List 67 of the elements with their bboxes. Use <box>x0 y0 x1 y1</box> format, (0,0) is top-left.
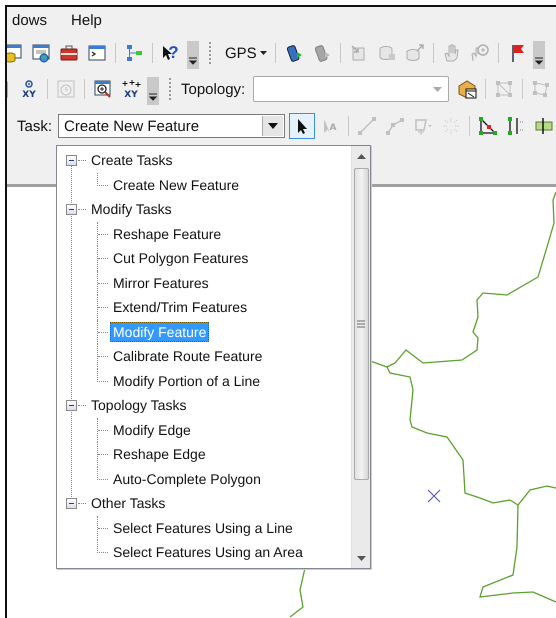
topology-label: Topology: <box>181 80 246 98</box>
task-item[interactable]: Auto-Complete Polygon <box>110 468 264 489</box>
toolbar-button[interactable]: ? <box>158 40 184 66</box>
export-icon <box>404 43 425 63</box>
toolbar-button[interactable] <box>289 113 316 139</box>
grip-icon <box>357 320 365 328</box>
toolbar-overflow-button[interactable] <box>532 41 545 69</box>
line-icon <box>357 116 378 136</box>
collapse-icon[interactable] <box>66 498 77 509</box>
task-group[interactable]: Other Tasks <box>88 493 168 514</box>
toolbar-overflow-button[interactable] <box>147 77 159 105</box>
clock-icon <box>56 79 76 99</box>
zoom-hand-icon <box>470 43 490 63</box>
cross-marker-icon <box>427 489 441 503</box>
task-item[interactable]: Select Features Using a Line <box>110 518 296 538</box>
polyline-icon <box>385 116 406 136</box>
toolbar-button[interactable]: XY <box>118 76 144 102</box>
toolbox-icon <box>59 43 79 63</box>
task-item[interactable]: Reshape Feature <box>110 224 224 244</box>
database-icon <box>7 43 23 63</box>
node-square-icon <box>494 79 514 99</box>
zoom-window-icon <box>93 79 113 99</box>
collapse-icon[interactable] <box>66 154 77 166</box>
flowchart-icon <box>124 43 144 63</box>
task-group[interactable]: Create Tasks <box>88 150 176 170</box>
task-label: Task: <box>17 118 52 134</box>
task-item[interactable]: Reshape Edge <box>110 444 209 464</box>
xy-glyph: XY <box>22 90 36 100</box>
toolbar-overflow-button[interactable] <box>187 41 199 69</box>
toolbar-button[interactable]: XY <box>16 76 42 102</box>
arrow-up-icon <box>356 154 366 158</box>
menu-item[interactable]: Help <box>69 12 104 28</box>
task-item[interactable]: Mirror Features <box>110 272 212 293</box>
task-dropdown[interactable]: Create New Feature <box>58 114 286 138</box>
window-globe-icon <box>31 43 51 63</box>
arrow-down-icon <box>356 556 366 560</box>
node-shape-icon <box>531 79 552 99</box>
task-item[interactable]: Extend/Trim Features <box>110 297 250 318</box>
annotation-pointer-icon <box>324 119 330 133</box>
task-group[interactable]: Topology Tasks <box>88 395 190 416</box>
task-item[interactable]: Calibrate Route Feature <box>110 346 266 366</box>
collapse-icon[interactable] <box>66 400 77 411</box>
task-item[interactable]: Modify Portion of a Line <box>110 370 264 391</box>
letter-glyph: A <box>330 124 336 133</box>
caret-down-icon <box>433 86 442 92</box>
command-window-icon <box>87 43 107 63</box>
xy-glyph: XY <box>124 90 138 100</box>
caret-down-icon <box>268 123 278 129</box>
task-item[interactable]: Modify Edge <box>110 420 194 440</box>
gps-menu-button[interactable]: GPS <box>221 40 271 66</box>
task-item[interactable]: Cut Polygon Features <box>110 248 252 268</box>
chevron-down-icon <box>149 93 157 101</box>
menu-item[interactable]: dows <box>10 12 50 28</box>
collapse-icon[interactable] <box>66 204 77 215</box>
layers-icon <box>376 43 397 63</box>
box-icon <box>457 79 478 99</box>
question-mark-glyph: ? <box>168 43 179 63</box>
scatter-points-icon <box>441 116 462 136</box>
dropdown-button[interactable] <box>262 116 284 136</box>
chevron-down-icon <box>534 57 543 65</box>
chevron-down-icon <box>189 57 197 65</box>
task-item[interactable]: Create New Feature <box>110 174 242 195</box>
triangle-icon <box>478 116 498 136</box>
task-group[interactable]: Modify Tasks <box>88 199 175 220</box>
scrollbar-thumb[interactable] <box>354 168 368 480</box>
task-item[interactable]: Select Features Using an Area <box>110 542 306 562</box>
caret-down-icon <box>260 51 267 55</box>
